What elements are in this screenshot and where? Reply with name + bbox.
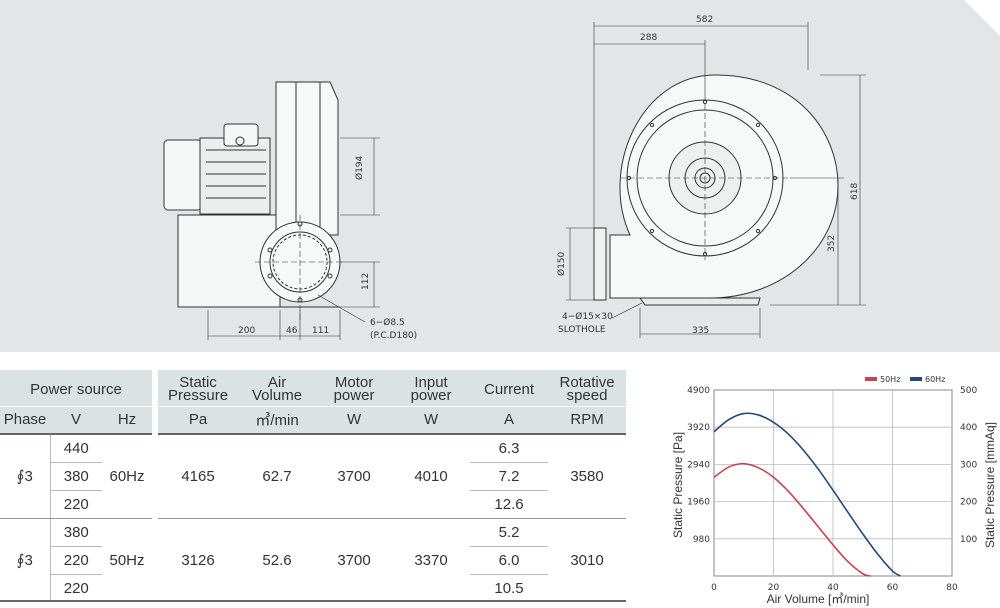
cell-current: 7.2: [470, 462, 549, 491]
header-static-pressure: Static Pressure: [158, 370, 239, 406]
dim-288: 288: [640, 33, 657, 43]
legend-swatch-60hz: [910, 377, 922, 381]
cell-hz: 60Hz: [102, 434, 153, 519]
cell-current: 10.5: [494, 579, 524, 597]
cell-pa: 3126: [181, 551, 215, 569]
dim-352: 352: [827, 235, 837, 252]
x-axis-label: Air Volume [㎥/min]: [767, 592, 870, 606]
subheader-hz: Hz: [102, 405, 153, 435]
cell-m3min: 62.7: [238, 434, 317, 519]
dim-194: Ø194: [354, 155, 365, 180]
front-view: [566, 22, 866, 338]
dim-46: 46: [286, 326, 298, 336]
header-current: Current: [470, 370, 549, 406]
drawing-panel: Ø194 112 200 46 111 6−Ø8.5 (P.C.D180) 58…: [0, 0, 1000, 352]
y-tick-label: 980: [693, 535, 710, 545]
y-tick-label: 4900: [687, 386, 710, 396]
legend-label-60hz: 60Hz: [925, 375, 945, 384]
cell-motor-w: 3700: [316, 434, 393, 519]
cell-voltage: 380: [49, 462, 102, 491]
header-row-1: Power source Static Pressure Air Volume Mo…: [0, 370, 627, 406]
cell-current: 6.3: [470, 434, 549, 463]
subheader-m3min: ㎥/min: [238, 405, 317, 435]
header-input-power: Input power: [392, 370, 471, 406]
cell-current: 12.6: [470, 490, 549, 519]
dim-200: 200: [238, 326, 255, 336]
y2-tick-label: 200: [960, 498, 977, 508]
header-power-source: Power source: [0, 370, 153, 406]
cell-input-w: 4010: [392, 434, 471, 519]
cell-voltage: 220: [49, 490, 102, 519]
cell-hz: 50Hz: [109, 551, 145, 569]
side-view: [163, 81, 380, 340]
subheader-phase: Phase: [0, 405, 50, 435]
table-row: ∮3 380 50Hz 3126 52.6 3700 3370 5.2 3010: [0, 518, 626, 602]
header-rotative-speed: Rotative speed: [548, 370, 627, 406]
y-tick-label: 3920: [687, 423, 710, 433]
cell-voltage: 220: [49, 546, 102, 575]
cell-voltage: 380: [49, 518, 102, 547]
cell-input-w: 3370: [414, 551, 448, 569]
dim-582: 582: [696, 15, 713, 25]
dim-slothole: SLOTHOLE: [558, 325, 606, 335]
dim-335: 335: [692, 326, 709, 336]
chart-svg: 0 20 40 60 809801960294039204900100200300400…: [671, 375, 997, 606]
chart-grid: [713, 389, 953, 577]
x-tick-label: 60: [887, 583, 899, 593]
y-tick-label: 2940: [687, 460, 710, 470]
y-tick-label: 1960: [687, 498, 710, 508]
subheader-w-motor: W: [316, 405, 393, 435]
subheader-w-input: W: [392, 405, 471, 435]
cell-m3min: 52.6: [262, 551, 292, 569]
header-motor-power: Motor power: [316, 370, 393, 406]
legend-label-50hz: 50Hz: [880, 375, 900, 384]
legend-swatch-50hz: [865, 377, 877, 381]
cell-rpm: 3010: [570, 551, 604, 569]
spec-table: Power source Static Pressure Air Volume Mo…: [0, 370, 627, 602]
series-line-50hz: [713, 462, 871, 577]
header-air-volume: Air Volume: [238, 370, 317, 406]
subheader-v: V: [50, 405, 102, 435]
chart-legend: 50Hz 60Hz: [865, 375, 945, 384]
header-row-2: Phase V Hz Pa ㎥/min W W A RPM: [0, 405, 627, 435]
y2-tick-label: 500: [960, 386, 977, 396]
dim-111: 111: [312, 326, 329, 336]
performance-chart: 0 20 40 60 80 980 1960 2940 3920 4900 100 200 300 400…: [660, 365, 1000, 608]
chart-lines: [713, 412, 901, 577]
cell-rpm: 3580: [548, 434, 627, 519]
subheader-rpm: RPM: [548, 405, 627, 435]
dim-holes: 6−Ø8.5: [370, 317, 405, 328]
y2-tick-label: 300: [960, 460, 977, 470]
blower-drawings: Ø194 112 200 46 111 6−Ø8.5 (P.C.D180) 58…: [163, 15, 866, 341]
y2-tick-label: 400: [960, 423, 977, 433]
cell-phase: ∮3: [16, 552, 33, 570]
cell-phase: ∮3: [0, 434, 50, 519]
cell-current: 5.2: [470, 518, 549, 547]
y-axis-label: Static Pressure [Pa]: [671, 432, 685, 538]
dim-112: 112: [361, 273, 371, 290]
y2-axis-label: Static Pressure [mmAq]: [983, 422, 997, 548]
dim-618: 618: [850, 183, 860, 200]
cell-pa: 4165: [158, 434, 239, 519]
cell-current: 6.0: [470, 546, 549, 575]
table-bottom-rule: [0, 600, 626, 602]
dim-pcd: (P.C.D180): [370, 331, 417, 341]
y2-tick-label: 100: [960, 535, 977, 545]
subheader-pa: Pa: [158, 405, 239, 435]
cell-voltage: 220: [49, 574, 102, 602]
x-tick-label: 0: [711, 583, 717, 593]
dim-slot: 4−Ø15×30: [562, 311, 613, 322]
cell-voltage: 440: [49, 434, 102, 463]
x-tick-label: 80: [946, 583, 958, 593]
cell-motor-w: 3700: [337, 551, 371, 569]
table-row: ∮3 440 60Hz 4165 62.7 3700 4010 6.3 3580: [0, 434, 627, 519]
dim-150: Ø150: [556, 251, 567, 276]
subheader-a: A: [470, 405, 549, 435]
series-line-60hz: [713, 412, 901, 577]
